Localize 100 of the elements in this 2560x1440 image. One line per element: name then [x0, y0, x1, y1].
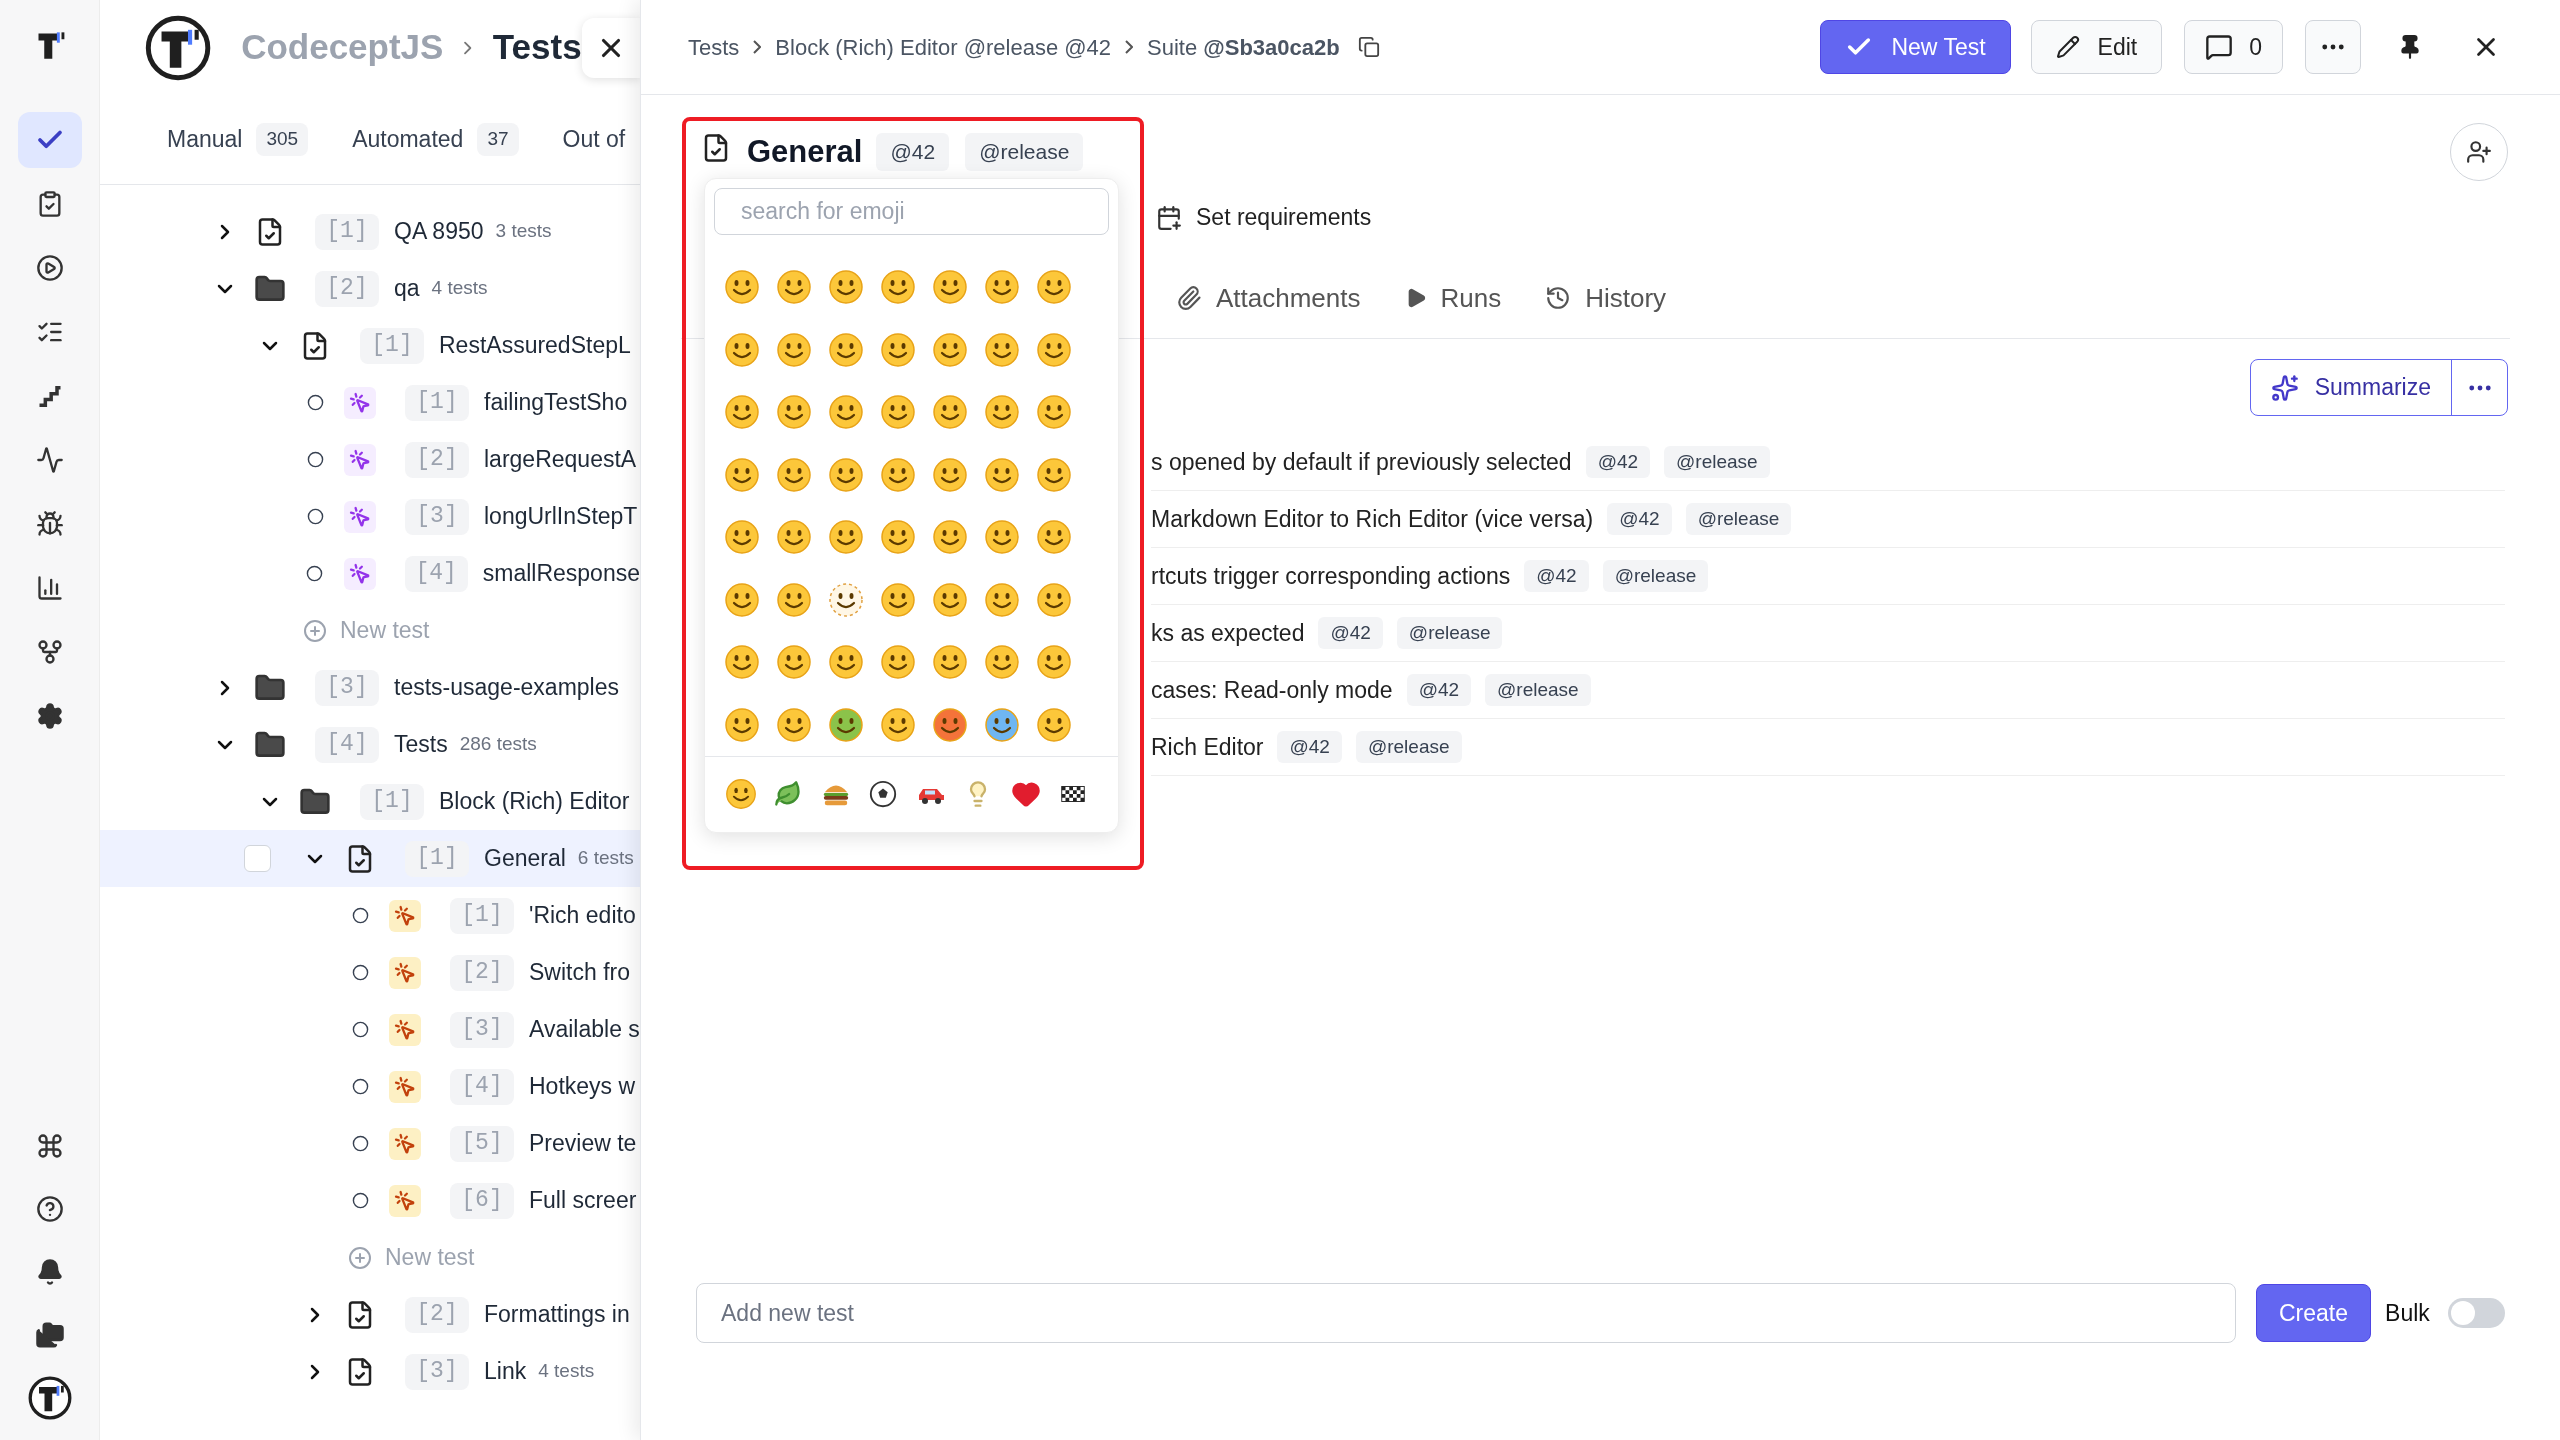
emoji-face-icon[interactable]	[984, 519, 1020, 556]
emoji-face-icon[interactable]	[932, 331, 968, 368]
emoji-face-icon[interactable]	[724, 706, 760, 743]
emoji-face-icon[interactable]	[880, 581, 916, 618]
close-button[interactable]	[581, 17, 640, 78]
test-title[interactable]: Rich Editor	[1151, 729, 1264, 765]
row-checkbox[interactable]	[244, 845, 271, 872]
emoji-face-icon[interactable]	[724, 644, 760, 681]
emoji-face-icon[interactable]	[932, 269, 968, 306]
test-title[interactable]: rtcuts trigger corresponding actions	[1151, 558, 1511, 594]
summarize-button[interactable]: Summarize	[2250, 360, 2451, 415]
emoji-face-icon[interactable]	[724, 581, 760, 618]
index-badge: [1]	[405, 384, 469, 421]
new-test-button[interactable]: New Test	[1820, 20, 2011, 74]
emoji-face-icon[interactable]	[776, 269, 812, 306]
tree-tab[interactable]: Manual 305	[167, 122, 309, 157]
emoji-face-icon[interactable]	[1036, 519, 1072, 556]
emoji-face-icon[interactable]	[1036, 269, 1072, 306]
emoji-face-icon[interactable]	[984, 269, 1020, 306]
edit-button[interactable]: Edit	[2030, 20, 2163, 74]
emoji-face-icon[interactable]	[984, 644, 1020, 681]
emoji-face-icon[interactable]	[1036, 394, 1072, 431]
tree-row[interactable]: [1] General 6 tests	[100, 830, 640, 887]
emoji-face-icon[interactable]	[880, 394, 916, 431]
emoji-face-icon[interactable]	[932, 456, 968, 493]
leaf-icon[interactable]	[774, 780, 803, 809]
emoji-face-icon[interactable]	[828, 456, 864, 493]
emoji-face-icon[interactable]	[776, 644, 812, 681]
emoji-face-icon[interactable]	[828, 331, 864, 368]
emoji-face-icon[interactable]	[880, 644, 916, 681]
index-badge: [1]	[360, 327, 424, 364]
copy-icon[interactable]	[1357, 36, 1380, 58]
emoji-face-icon[interactable]	[932, 519, 968, 556]
tree-tab[interactable]: Automated 37	[352, 122, 519, 157]
soccer-ball-icon[interactable]	[868, 779, 899, 810]
test-title[interactable]: Markdown Editor to Rich Editor (vice versa)	[1151, 501, 1594, 537]
breadcrumb-link[interactable]: Suite @Sb3a0ca2b	[1147, 30, 1340, 64]
test-title[interactable]: s opened by default if previously selected	[1151, 444, 1572, 480]
rail-button[interactable]	[17, 112, 82, 168]
tree-tab[interactable]: Out of	[562, 122, 626, 157]
emoji-face-icon[interactable]	[984, 456, 1020, 493]
emoji-face-icon[interactable]	[828, 644, 864, 681]
test-title[interactable]: cases: Read-only mode	[1151, 672, 1393, 708]
emoji-search-field[interactable]: search for emoji	[714, 188, 1109, 235]
create-button[interactable]: Create	[2256, 1284, 2372, 1342]
emoji-face-icon[interactable]	[724, 456, 760, 493]
emoji-face-icon[interactable]	[880, 331, 916, 368]
smiley-icon[interactable]	[724, 778, 757, 811]
emoji-face-icon[interactable]	[776, 581, 812, 618]
emoji-face-icon[interactable]	[932, 644, 968, 681]
emoji-face-icon[interactable]	[828, 519, 864, 556]
index-badge: [2]	[405, 1296, 469, 1333]
new-test-input[interactable]: Add new test	[696, 1283, 2236, 1343]
index-badge: [5]	[450, 1125, 514, 1162]
emoji-face-icon[interactable]	[1036, 331, 1072, 368]
emoji-face-icon[interactable]	[880, 269, 916, 306]
emoji-face-icon[interactable]	[1036, 581, 1072, 618]
tab[interactable]: Runs	[1404, 261, 1502, 338]
emoji-face-icon[interactable]	[1036, 644, 1072, 681]
emoji-face-icon[interactable]	[932, 394, 968, 431]
emoji-face-icon[interactable]	[984, 394, 1020, 431]
settings-icon	[35, 702, 64, 730]
emoji-face-icon[interactable]	[984, 706, 1020, 743]
test-title[interactable]: ks as expected	[1151, 615, 1305, 651]
emoji-face-icon[interactable]	[880, 456, 916, 493]
tree-item-name: tests-usage-examples	[394, 673, 619, 703]
comments-button[interactable]: 0	[2184, 20, 2283, 74]
bug-icon	[35, 510, 64, 538]
set-requirements-button[interactable]: Set requirements	[1156, 200, 1372, 235]
emoji-face-icon[interactable]	[776, 394, 812, 431]
pointer-click-icon	[389, 1127, 421, 1160]
history-icon	[1545, 285, 1572, 311]
tree-item-name: failingTestSho	[484, 388, 628, 418]
emoji-face-icon[interactable]	[828, 269, 864, 306]
emoji-face-icon[interactable]	[984, 581, 1020, 618]
emoji-face-icon[interactable]	[776, 456, 812, 493]
emoji-face-icon[interactable]	[828, 706, 864, 743]
emoji-face-icon[interactable]	[776, 519, 812, 556]
emoji-face-icon[interactable]	[828, 581, 864, 618]
emoji-face-icon[interactable]	[880, 519, 916, 556]
emoji-face-icon[interactable]	[1036, 706, 1072, 743]
emoji-face-icon[interactable]	[828, 394, 864, 431]
emoji-face-icon[interactable]	[880, 706, 916, 743]
emoji-face-icon[interactable]	[724, 519, 760, 556]
emoji-face-icon[interactable]	[724, 269, 760, 306]
emoji-face-icon[interactable]	[932, 581, 968, 618]
emoji-face-icon[interactable]	[724, 331, 760, 368]
project-logo-icon[interactable]	[145, 13, 212, 82]
emoji-face-icon[interactable]	[984, 331, 1020, 368]
emoji-face-icon[interactable]	[776, 706, 812, 743]
emoji-face-icon[interactable]	[1036, 456, 1072, 493]
breadcrumb-link[interactable]: Tests	[688, 30, 740, 64]
emoji-face-icon[interactable]	[724, 394, 760, 431]
bulk-toggle[interactable]	[2447, 1298, 2505, 1328]
emoji-face-icon[interactable]	[776, 331, 812, 368]
breadcrumb-link[interactable]: Block (Rich) Editor @release @42	[775, 30, 1112, 64]
index-badge: [2]	[405, 441, 469, 478]
emoji-face-icon[interactable]	[932, 706, 968, 743]
tab[interactable]: History	[1545, 261, 1667, 338]
tab[interactable]: Attachments	[1176, 261, 1361, 338]
